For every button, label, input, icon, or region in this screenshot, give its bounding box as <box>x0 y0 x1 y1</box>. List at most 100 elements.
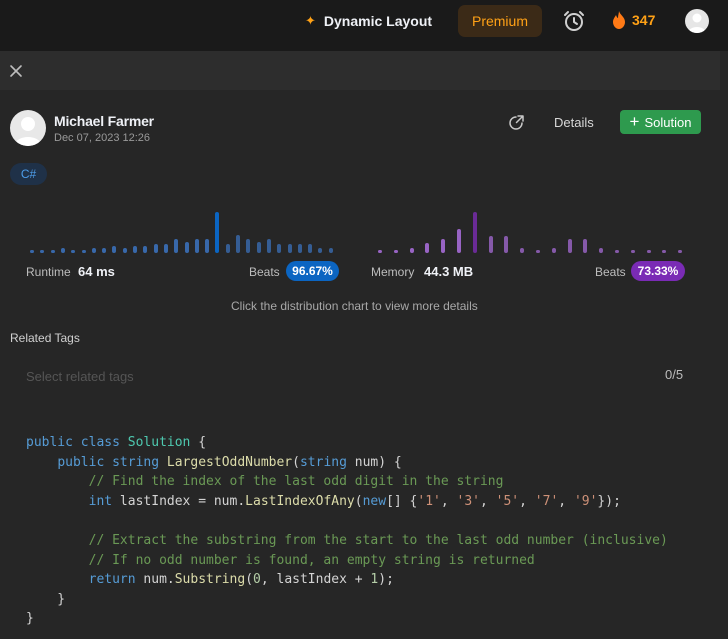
timer-icon[interactable] <box>562 9 586 33</box>
memory-bar[interactable] <box>678 250 683 253</box>
memory-bar[interactable] <box>567 238 572 253</box>
memory-bar[interactable] <box>630 250 635 253</box>
memory-bar[interactable] <box>599 248 604 253</box>
code-line: int lastIndex = num.LastIndexOfAny(new[]… <box>88 493 621 509</box>
memory-beats-badge: 73.33% <box>631 261 685 281</box>
solution-button[interactable]: + Solution <box>620 110 701 134</box>
flame-icon <box>613 11 625 29</box>
user-silhouette-icon <box>14 117 42 146</box>
runtime-bar[interactable] <box>163 243 168 253</box>
author-avatar[interactable] <box>10 110 46 146</box>
submission-date: Dec 07, 2023 12:26 <box>54 132 151 144</box>
sparkle-icon: ✦ <box>305 13 316 28</box>
memory-bar[interactable] <box>393 250 398 253</box>
memory-bar[interactable] <box>520 248 525 253</box>
code-line: // Find the index of the last odd digit … <box>88 474 504 490</box>
memory-bar[interactable] <box>615 250 619 253</box>
code-line: public class Solution { <box>26 435 207 450</box>
memory-bar[interactable] <box>551 248 556 253</box>
premium-button[interactable]: Premium <box>458 5 542 37</box>
code-block[interactable]: public class Solution { public string La… <box>26 433 668 629</box>
runtime-bar[interactable] <box>277 243 282 253</box>
memory-label: Memory <box>371 265 415 279</box>
memory-bar[interactable] <box>425 243 430 253</box>
memory-bar[interactable] <box>472 212 477 253</box>
related-tags-input[interactable] <box>26 367 586 385</box>
runtime-bar[interactable] <box>60 248 65 253</box>
related-tags-title: Related Tags <box>10 331 80 345</box>
author-name[interactable]: Michael Farmer <box>54 113 154 129</box>
runtime-bar[interactable] <box>225 243 230 253</box>
memory-bar[interactable] <box>662 250 667 253</box>
runtime-bar[interactable] <box>308 243 313 253</box>
runtime-bar[interactable] <box>246 239 251 253</box>
code-line: // If no odd number is found, an empty s… <box>88 552 535 568</box>
plus-icon: + <box>629 112 640 131</box>
memory-bar[interactable] <box>378 250 382 253</box>
runtime-bar[interactable] <box>266 239 271 253</box>
close-icon <box>10 65 22 77</box>
streak-count: 347 <box>632 12 656 28</box>
panel-header <box>0 51 720 90</box>
runtime-beats-badge: 96.67% <box>286 261 339 281</box>
runtime-bar[interactable] <box>236 234 240 253</box>
code-line: public string LargestOddNumber(string nu… <box>57 454 402 470</box>
runtime-bar[interactable] <box>143 246 148 253</box>
share-icon <box>509 115 524 130</box>
code-line: } <box>26 611 34 627</box>
details-button[interactable]: Details <box>554 115 594 130</box>
share-button[interactable] <box>507 114 525 132</box>
runtime-bar[interactable] <box>328 248 333 253</box>
close-button[interactable] <box>8 63 24 79</box>
runtime-bar[interactable] <box>215 211 220 253</box>
runtime-bar[interactable] <box>184 241 189 253</box>
runtime-bar[interactable] <box>71 250 76 253</box>
runtime-label: Runtime <box>26 265 71 279</box>
premium-label: Premium <box>471 13 528 29</box>
runtime-bar[interactable] <box>112 246 117 253</box>
memory-bar[interactable] <box>536 250 540 253</box>
runtime-bar[interactable] <box>122 248 127 253</box>
runtime-bar[interactable] <box>102 248 107 253</box>
streak-counter[interactable]: 347 <box>612 11 655 29</box>
runtime-bar[interactable] <box>30 250 34 253</box>
runtime-bar[interactable] <box>174 239 179 253</box>
top-bar: ✦ Dynamic Layout Premium 347 <box>0 0 728 46</box>
memory-bar[interactable] <box>583 238 588 253</box>
dynamic-layout-label: Dynamic Layout <box>323 13 433 29</box>
user-silhouette-icon <box>688 13 706 33</box>
dynamic-layout-button[interactable]: ✦ Dynamic Layout <box>305 10 432 32</box>
submission-panel: Michael Farmer Dec 07, 2023 12:26 Detail… <box>0 51 728 639</box>
memory-bar[interactable] <box>488 236 493 253</box>
runtime-beats-label: Beats <box>249 265 280 279</box>
language-tag[interactable]: C# <box>10 163 47 185</box>
runtime-bar[interactable] <box>287 243 292 253</box>
runtime-bar[interactable] <box>81 250 86 253</box>
memory-bar[interactable] <box>504 236 509 253</box>
runtime-bar[interactable] <box>205 239 210 253</box>
code-line: ​ <box>26 511 668 531</box>
runtime-bar[interactable] <box>297 243 302 253</box>
memory-beats-label: Beats <box>595 265 626 279</box>
runtime-bar[interactable] <box>256 241 261 253</box>
runtime-bar[interactable] <box>40 250 45 253</box>
related-tags-count: 0/5 <box>665 367 684 382</box>
alarm-clock-icon <box>564 11 584 31</box>
memory-bar[interactable] <box>441 238 446 253</box>
code-line: // Extract the substring from the start … <box>88 532 668 548</box>
memory-bar[interactable] <box>409 248 414 253</box>
profile-avatar[interactable] <box>685 9 709 33</box>
runtime-bar[interactable] <box>133 246 137 253</box>
code-line: return num.Substring(0, lastIndex + 1); <box>88 572 394 588</box>
runtime-bar[interactable] <box>91 248 96 253</box>
runtime-value: 64 ms <box>78 264 115 279</box>
runtime-bar[interactable] <box>153 243 158 253</box>
runtime-bar[interactable] <box>50 250 55 253</box>
runtime-bar[interactable] <box>318 248 323 253</box>
code-line: } <box>26 591 66 607</box>
runtime-bar[interactable] <box>194 239 199 253</box>
memory-bar[interactable] <box>457 229 461 253</box>
memory-value: 44.3 MB <box>424 264 474 279</box>
distribution-hint: Click the distribution chart to view mor… <box>231 299 478 313</box>
memory-bar[interactable] <box>646 250 651 253</box>
